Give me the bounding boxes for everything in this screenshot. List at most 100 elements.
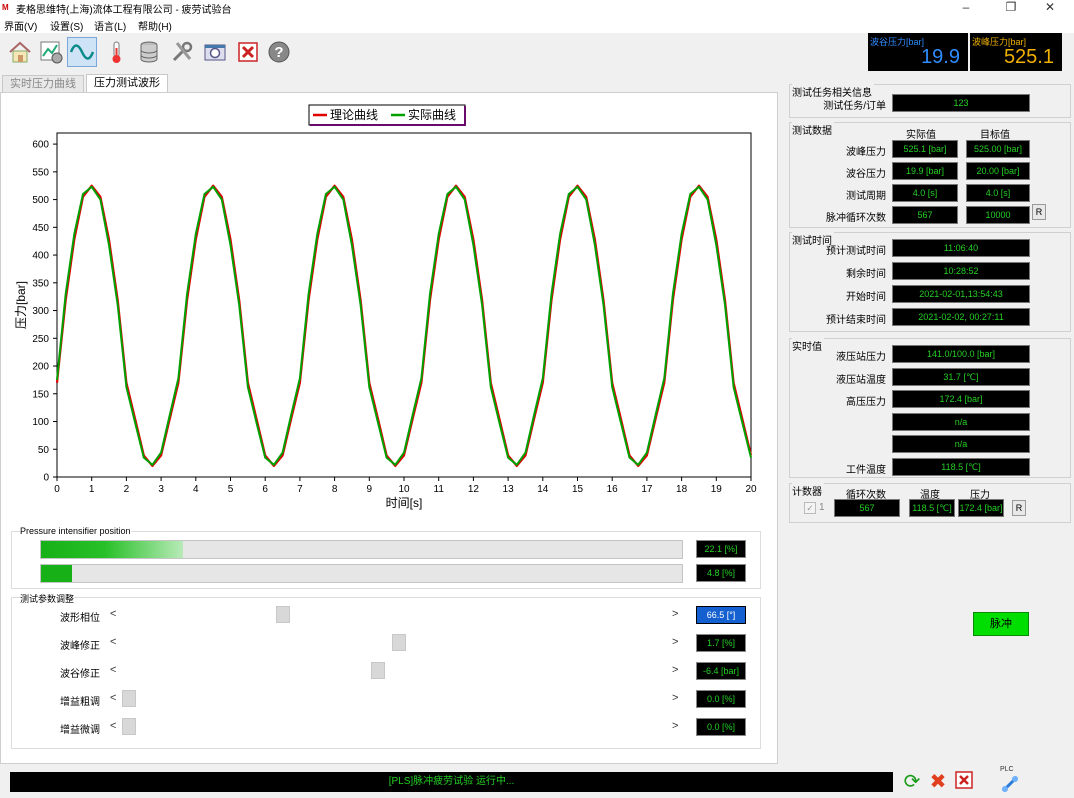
tuning-title: 测试参数调整 (20, 592, 75, 605)
menu-view[interactable]: 界面(V) (4, 18, 37, 33)
intensifier-bar-2-fill (41, 565, 72, 582)
slider-left-arrow-icon[interactable]: < (110, 692, 116, 704)
refresh-icon[interactable]: ⟳ (900, 770, 924, 794)
test-data-row-label: 波谷压力 (846, 169, 886, 180)
plc-label: PLC (1000, 766, 1014, 773)
slider-right-arrow-icon[interactable]: > (672, 720, 678, 732)
slider-thumb[interactable] (122, 690, 136, 707)
slider-right-arrow-icon[interactable]: > (672, 664, 678, 676)
menu-bar: 界面(V) 设置(S) 语言(L) 帮助(H) (0, 17, 1074, 33)
tuning-label: 波峰修正 (60, 641, 100, 652)
y-tick-label: 450 (32, 223, 49, 234)
slider-thumb[interactable] (275, 606, 290, 623)
x-tick-label: 12 (468, 484, 480, 495)
minimize-button[interactable]: – (951, 0, 981, 17)
camera-icon[interactable] (200, 37, 230, 67)
test-data-row-label: 测试周期 (846, 191, 886, 202)
restore-button[interactable]: ❐ (996, 0, 1026, 17)
tab-realtime-pressure[interactable]: 实时压力曲线 (2, 75, 84, 93)
tuning-row: 波形相位 < >66.5 [°] (12, 606, 760, 626)
close-button[interactable]: ✕ (1035, 0, 1065, 17)
test-data-target-value[interactable]: 20.00 [bar] (966, 162, 1030, 180)
y-tick-label: 150 (32, 389, 49, 400)
stop-icon[interactable] (233, 37, 263, 67)
intensifier-bar-1-fill (41, 541, 183, 558)
tuning-value[interactable]: 0.0 [%] (696, 690, 746, 708)
slider-thumb[interactable] (392, 634, 407, 651)
tuning-label: 增益微调 (60, 725, 100, 736)
x-axis-label: 时间[s] (386, 496, 423, 510)
waveform-icon[interactable] (67, 37, 97, 67)
slider-thumb[interactable] (122, 718, 136, 735)
slider-left-arrow-icon[interactable]: < (110, 720, 116, 732)
tuning-value[interactable]: 0.0 [%] (696, 718, 746, 736)
order-value[interactable]: 123 (892, 94, 1030, 112)
slider-right-arrow-icon[interactable]: > (672, 692, 678, 704)
test-time-row-value: 10:28:52 (892, 262, 1030, 280)
tuning-label: 增益粗调 (60, 697, 100, 708)
counter-reset-button[interactable]: R (1012, 500, 1026, 516)
slider-right-arrow-icon[interactable]: > (672, 636, 678, 648)
col-target-header: 目标值 (980, 130, 1010, 141)
x-tick-label: 8 (332, 484, 338, 495)
valley-pressure-gauge: 波谷压力[bar] 19.9 (868, 33, 968, 71)
x-tick-label: 5 (228, 484, 234, 495)
counter-title: 计数器 (792, 483, 824, 498)
test-data-row-label: 波峰压力 (846, 147, 886, 158)
y-tick-label: 250 (32, 334, 49, 345)
x-tick-label: 17 (641, 484, 653, 495)
stop-status-icon[interactable] (952, 770, 976, 794)
tuning-value[interactable]: 66.5 [°] (696, 606, 746, 624)
slider-left-arrow-icon[interactable]: < (110, 636, 116, 648)
help-icon[interactable]: ? (264, 37, 294, 67)
realtime-row-value: n/a (892, 435, 1030, 453)
app-window: M 麦格思维特(上海)流体工程有限公司 - 疲劳试验台 – ❐ ✕ 界面(V) … (0, 0, 1074, 798)
x-tick-label: 19 (711, 484, 723, 495)
peak-pressure-gauge: 波峰压力[bar] 525.1 (970, 33, 1062, 71)
slider-left-arrow-icon[interactable]: < (110, 664, 116, 676)
counter-group: 计数器 循环次数 温度 压力 ✓ 1 567 118.5 [℃] 172.4 [… (789, 483, 1071, 523)
tools-icon[interactable] (167, 37, 197, 67)
home-icon[interactable] (5, 37, 35, 67)
tab-pressure-waveform[interactable]: 压力测试波形 (86, 74, 168, 94)
test-data-actual-value: 525.1 [bar] (892, 140, 958, 158)
test-data-target-value[interactable]: 10000 (966, 206, 1030, 224)
chart-settings-icon[interactable] (36, 37, 66, 67)
tuning-value[interactable]: 1.7 [%] (696, 634, 746, 652)
test-data-target-value[interactable]: 525.00 [bar] (966, 140, 1030, 158)
x-tick-label: 11 (434, 484, 445, 495)
tuning-row: 波峰修正 < >1.7 [%] (12, 634, 760, 654)
cycle-reset-button[interactable]: R (1032, 204, 1046, 220)
tuning-row: 波谷修正 < > -6.4 [bar] (12, 662, 760, 682)
tuning-value[interactable]: -6.4 [bar] (696, 662, 746, 680)
y-tick-label: 400 (32, 251, 49, 262)
x-tick-label: 1 (89, 484, 95, 495)
menu-help[interactable]: 帮助(H) (138, 18, 172, 33)
valley-pressure-value: 19.9 (921, 46, 960, 68)
disconnect-icon[interactable]: ✖ (926, 770, 950, 794)
test-data-target-value[interactable]: 4.0 [s] (966, 184, 1030, 202)
y-tick-label: 300 (32, 306, 49, 317)
plot-area (56, 132, 752, 478)
menu-language[interactable]: 语言(L) (94, 18, 126, 33)
realtime-group: 实时值 液压站压力 141.0/100.0 [bar] 液压站温度 31.7 [℃] 高… (789, 338, 1071, 478)
x-tick-label: 10 (398, 484, 410, 495)
y-tick-label: 600 (32, 140, 49, 151)
test-data-actual-value: 19.9 [bar] (892, 162, 958, 180)
thermometer-icon[interactable] (101, 37, 131, 67)
slider-thumb[interactable] (371, 662, 386, 679)
y-tick-label: 200 (32, 362, 49, 373)
tuning-row: 增益微调 < >0.0 [%] (12, 718, 760, 738)
intensifier-value-2: 4.8 [%] (696, 564, 746, 582)
x-tick-label: 18 (676, 484, 688, 495)
realtime-row-value: 118.5 [℃] (892, 457, 1030, 476)
x-tick-label: 4 (193, 484, 199, 495)
counter-checkbox[interactable]: ✓ (804, 502, 816, 514)
menu-settings[interactable]: 设置(S) (50, 18, 83, 33)
slider-left-arrow-icon[interactable]: < (110, 608, 116, 620)
database-icon[interactable] (134, 37, 164, 67)
slider-right-arrow-icon[interactable]: > (672, 608, 678, 620)
pulse-button[interactable]: 脉冲 (973, 612, 1029, 636)
x-tick-label: 16 (607, 484, 619, 495)
tuning-label: 波形相位 (60, 613, 100, 624)
